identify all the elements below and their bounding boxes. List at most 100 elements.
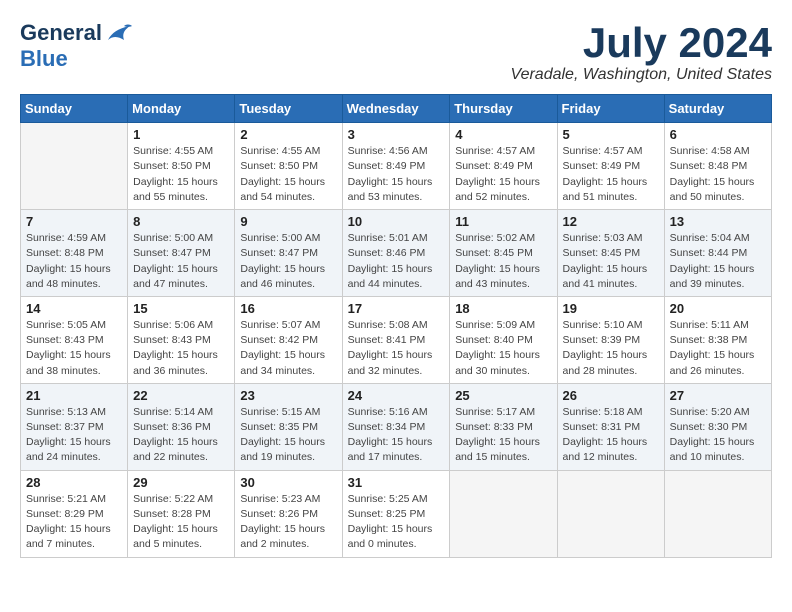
title-section: July 2024 Veradale, Washington, United S…: [511, 20, 773, 84]
calendar-cell: 31Sunrise: 5:25 AM Sunset: 8:25 PM Dayli…: [342, 470, 450, 557]
calendar-cell: 26 Sunrise: 5:18 AM Sunset: 8:31 PM Dayli…: [557, 383, 664, 470]
day-number: 31: [348, 475, 445, 490]
day-info: Sunrise: 4:55 AM Sunset: 8:50 PM Dayligh…: [240, 144, 336, 205]
day-info: Sunrise: 5:22 AM Sunset: 8:28 PM Dayligh…: [133, 492, 229, 553]
day-info: Sunrise: 5:14 AM Sunset: 8:36 PM Dayligh…: [133, 405, 229, 466]
calendar-cell: 23Sunrise: 5:15 AM Sunset: 8:35 PM Dayli…: [235, 383, 342, 470]
calendar-cell: 2 Sunrise: 4:55 AM Sunset: 8:50 PM Daylig…: [235, 123, 342, 210]
day-number: 25: [455, 388, 551, 403]
weekday-header-monday: Monday: [128, 95, 235, 123]
calendar-cell: 25 Sunrise: 5:17 AM Sunset: 8:33 PM Dayli…: [450, 383, 557, 470]
day-number: 3: [348, 127, 445, 142]
day-number: 10: [348, 214, 445, 229]
calendar-cell: 19Sunrise: 5:10 AM Sunset: 8:39 PM Dayli…: [557, 296, 664, 383]
calendar-cell: 15 Sunrise: 5:06 AM Sunset: 8:43 PM Dayli…: [128, 296, 235, 383]
location-text: Veradale, Washington, United States: [511, 66, 773, 84]
day-number: 27: [670, 388, 766, 403]
day-info: Sunrise: 5:00 AM Sunset: 8:47 PM Dayligh…: [133, 231, 229, 292]
calendar-cell: 17Sunrise: 5:08 AM Sunset: 8:41 PM Dayli…: [342, 296, 450, 383]
calendar-cell: 24 Sunrise: 5:16 AM Sunset: 8:34 PM Dayli…: [342, 383, 450, 470]
calendar-table: SundayMondayTuesdayWednesdayThursdayFrid…: [20, 94, 772, 557]
weekday-header-wednesday: Wednesday: [342, 95, 450, 123]
calendar-cell: [450, 470, 557, 557]
day-info: Sunrise: 5:20 AM Sunset: 8:30 PM Dayligh…: [670, 405, 766, 466]
calendar-cell: 3 Sunrise: 4:56 AM Sunset: 8:49 PM Daylig…: [342, 123, 450, 210]
day-info: Sunrise: 5:06 AM Sunset: 8:43 PM Dayligh…: [133, 318, 229, 379]
calendar-cell: 27 Sunrise: 5:20 AM Sunset: 8:30 PM Dayli…: [664, 383, 771, 470]
calendar-cell: 6Sunrise: 4:58 AM Sunset: 8:48 PM Daylig…: [664, 123, 771, 210]
day-info: Sunrise: 4:59 AM Sunset: 8:48 PM Dayligh…: [26, 231, 122, 292]
day-info: Sunrise: 5:03 AM Sunset: 8:45 PM Dayligh…: [563, 231, 659, 292]
logo-bird-icon: [104, 22, 132, 44]
day-number: 18: [455, 301, 551, 316]
day-number: 22: [133, 388, 229, 403]
calendar-cell: 16Sunrise: 5:07 AM Sunset: 8:42 PM Dayli…: [235, 296, 342, 383]
calendar-cell: 18 Sunrise: 5:09 AM Sunset: 8:40 PM Dayli…: [450, 296, 557, 383]
logo-blue: Blue: [20, 46, 68, 71]
calendar-cell: 22 Sunrise: 5:14 AM Sunset: 8:36 PM Dayli…: [128, 383, 235, 470]
day-number: 30: [240, 475, 336, 490]
day-number: 11: [455, 214, 551, 229]
calendar-cell: 1 Sunrise: 4:55 AM Sunset: 8:50 PM Daylig…: [128, 123, 235, 210]
day-info: Sunrise: 4:55 AM Sunset: 8:50 PM Dayligh…: [133, 144, 229, 205]
day-number: 13: [670, 214, 766, 229]
day-number: 24: [348, 388, 445, 403]
calendar-cell: 8 Sunrise: 5:00 AM Sunset: 8:47 PM Daylig…: [128, 210, 235, 297]
day-number: 4: [455, 127, 551, 142]
day-info: Sunrise: 5:00 AM Sunset: 8:47 PM Dayligh…: [240, 231, 336, 292]
day-info: Sunrise: 4:57 AM Sunset: 8:49 PM Dayligh…: [563, 144, 659, 205]
day-number: 1: [133, 127, 229, 142]
day-number: 17: [348, 301, 445, 316]
calendar-cell: 5 Sunrise: 4:57 AM Sunset: 8:49 PM Daylig…: [557, 123, 664, 210]
calendar-cell: 14 Sunrise: 5:05 AM Sunset: 8:43 PM Dayli…: [21, 296, 128, 383]
week-row-5: 28Sunrise: 5:21 AM Sunset: 8:29 PM Dayli…: [21, 470, 772, 557]
day-info: Sunrise: 5:17 AM Sunset: 8:33 PM Dayligh…: [455, 405, 551, 466]
day-info: Sunrise: 5:07 AM Sunset: 8:42 PM Dayligh…: [240, 318, 336, 379]
calendar-title: July 2024: [511, 20, 773, 66]
day-info: Sunrise: 5:10 AM Sunset: 8:39 PM Dayligh…: [563, 318, 659, 379]
day-number: 12: [563, 214, 659, 229]
weekday-header-friday: Friday: [557, 95, 664, 123]
day-number: 21: [26, 388, 122, 403]
day-info: Sunrise: 5:16 AM Sunset: 8:34 PM Dayligh…: [348, 405, 445, 466]
calendar-cell: 13 Sunrise: 5:04 AM Sunset: 8:44 PM Dayli…: [664, 210, 771, 297]
day-info: Sunrise: 4:58 AM Sunset: 8:48 PM Dayligh…: [670, 144, 766, 205]
day-info: Sunrise: 4:57 AM Sunset: 8:49 PM Dayligh…: [455, 144, 551, 205]
weekday-header-tuesday: Tuesday: [235, 95, 342, 123]
calendar-cell: 29 Sunrise: 5:22 AM Sunset: 8:28 PM Dayli…: [128, 470, 235, 557]
calendar-cell: [21, 123, 128, 210]
day-number: 9: [240, 214, 336, 229]
day-info: Sunrise: 5:13 AM Sunset: 8:37 PM Dayligh…: [26, 405, 122, 466]
day-info: Sunrise: 5:11 AM Sunset: 8:38 PM Dayligh…: [670, 318, 766, 379]
calendar-cell: 28Sunrise: 5:21 AM Sunset: 8:29 PM Dayli…: [21, 470, 128, 557]
weekday-header-saturday: Saturday: [664, 95, 771, 123]
day-info: Sunrise: 5:05 AM Sunset: 8:43 PM Dayligh…: [26, 318, 122, 379]
logo: General Blue: [20, 20, 132, 72]
day-number: 5: [563, 127, 659, 142]
calendar-cell: 20Sunrise: 5:11 AM Sunset: 8:38 PM Dayli…: [664, 296, 771, 383]
day-number: 2: [240, 127, 336, 142]
day-info: Sunrise: 5:09 AM Sunset: 8:40 PM Dayligh…: [455, 318, 551, 379]
logo-text: General Blue: [20, 20, 132, 72]
day-number: 26: [563, 388, 659, 403]
day-info: Sunrise: 5:01 AM Sunset: 8:46 PM Dayligh…: [348, 231, 445, 292]
day-info: Sunrise: 5:02 AM Sunset: 8:45 PM Dayligh…: [455, 231, 551, 292]
week-row-1: 1 Sunrise: 4:55 AM Sunset: 8:50 PM Daylig…: [21, 123, 772, 210]
day-info: Sunrise: 4:56 AM Sunset: 8:49 PM Dayligh…: [348, 144, 445, 205]
header: General Blue July 2024 Veradale, Washing…: [20, 20, 772, 84]
calendar-cell: 9 Sunrise: 5:00 AM Sunset: 8:47 PM Daylig…: [235, 210, 342, 297]
day-info: Sunrise: 5:23 AM Sunset: 8:26 PM Dayligh…: [240, 492, 336, 553]
day-number: 7: [26, 214, 122, 229]
calendar-cell: 7 Sunrise: 4:59 AM Sunset: 8:48 PM Daylig…: [21, 210, 128, 297]
day-number: 15: [133, 301, 229, 316]
day-number: 29: [133, 475, 229, 490]
day-number: 14: [26, 301, 122, 316]
calendar-cell: [664, 470, 771, 557]
weekday-header-sunday: Sunday: [21, 95, 128, 123]
calendar-cell: 21 Sunrise: 5:13 AM Sunset: 8:37 PM Dayli…: [21, 383, 128, 470]
day-info: Sunrise: 5:18 AM Sunset: 8:31 PM Dayligh…: [563, 405, 659, 466]
day-info: Sunrise: 5:04 AM Sunset: 8:44 PM Dayligh…: [670, 231, 766, 292]
calendar-cell: [557, 470, 664, 557]
day-number: 8: [133, 214, 229, 229]
calendar-cell: 10 Sunrise: 5:01 AM Sunset: 8:46 PM Dayli…: [342, 210, 450, 297]
